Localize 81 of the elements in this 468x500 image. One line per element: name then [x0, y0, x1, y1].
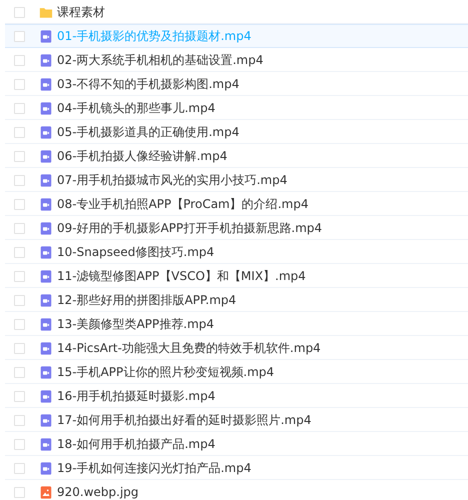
video-file-icon [39, 412, 53, 428]
checkbox[interactable] [14, 126, 25, 138]
file-name: 16-用手机拍摄延时摄影.mp4 [57, 388, 216, 404]
file-row[interactable]: 05-手机摄影道具的正确使用.mp4 [5, 120, 468, 144]
file-name: 课程素材 [57, 4, 105, 20]
video-file-icon [39, 268, 53, 284]
checkbox[interactable] [14, 270, 25, 282]
file-row[interactable]: 07-用手机拍摄城市风光的实用小技巧.mp4 [5, 168, 468, 192]
video-file-icon [39, 220, 53, 236]
file-row[interactable]: 03-不得不知的手机摄影构图.mp4 [5, 72, 468, 96]
video-file-icon [39, 388, 53, 404]
file-row[interactable]: 04-手机镜头的那些事儿.mp4 [5, 96, 468, 120]
image-file-icon [39, 484, 53, 500]
file-row[interactable]: 10-Snapseed修图技巧.mp4 [5, 240, 468, 264]
file-name: 19-手机如何连接闪光灯拍产品.mp4 [57, 460, 252, 476]
checkbox[interactable] [14, 438, 25, 450]
file-row[interactable]: 11-滤镜型修图APP【VSCO】和【MIX】.mp4 [5, 264, 468, 288]
checkbox[interactable] [14, 414, 25, 426]
file-row[interactable]: 13-美颜修型类APP推荐.mp4 [5, 312, 468, 336]
checkbox[interactable] [14, 366, 25, 378]
video-file-icon [39, 148, 53, 164]
file-name: 01-手机摄影的优势及拍摄题材.mp4 [57, 28, 252, 44]
file-row[interactable]: 920.webp.jpg [5, 480, 468, 500]
video-file-icon [39, 436, 53, 452]
video-file-icon [39, 28, 53, 44]
file-name: 02-两大系统手机相机的基础设置.mp4 [57, 52, 264, 68]
video-file-icon [39, 364, 53, 380]
file-name: 17-如何用手机拍摄出好看的延时摄影照片.mp4 [57, 412, 312, 428]
checkbox[interactable] [14, 54, 25, 66]
checkbox[interactable] [14, 318, 25, 330]
video-file-icon [39, 460, 53, 476]
file-name: 11-滤镜型修图APP【VSCO】和【MIX】.mp4 [57, 268, 306, 284]
checkbox[interactable] [14, 150, 25, 162]
checkbox[interactable] [14, 342, 25, 354]
file-name: 09-好用的手机摄影APP打开手机拍摄新思路.mp4 [57, 220, 322, 236]
checkbox[interactable] [14, 6, 25, 18]
video-file-icon [39, 124, 53, 140]
file-name: 04-手机镜头的那些事儿.mp4 [57, 100, 216, 116]
file-name: 12-那些好用的拼图排版APP.mp4 [57, 292, 236, 308]
checkbox[interactable] [14, 486, 25, 498]
file-row[interactable]: 02-两大系统手机相机的基础设置.mp4 [5, 48, 468, 72]
file-name: 18-如何用手机拍摄产品.mp4 [57, 436, 216, 452]
checkbox[interactable] [14, 78, 25, 90]
video-file-icon [39, 316, 53, 332]
file-row[interactable]: 12-那些好用的拼图排版APP.mp4 [5, 288, 468, 312]
video-file-icon [39, 76, 53, 92]
video-file-icon [39, 244, 53, 260]
file-name: 06-手机拍摄人像经验讲解.mp4 [57, 148, 228, 164]
checkbox[interactable] [14, 102, 25, 114]
file-name: 10-Snapseed修图技巧.mp4 [57, 244, 214, 260]
checkbox[interactable] [14, 174, 25, 186]
checkbox[interactable] [14, 198, 25, 210]
video-file-icon [39, 172, 53, 188]
video-file-icon [39, 340, 53, 356]
video-file-icon [39, 196, 53, 212]
file-name: 08-专业手机拍照APP【ProCam】的介绍.mp4 [57, 196, 308, 212]
file-row[interactable]: 09-好用的手机摄影APP打开手机拍摄新思路.mp4 [5, 216, 468, 240]
file-name: 03-不得不知的手机摄影构图.mp4 [57, 76, 240, 92]
file-row[interactable]: 16-用手机拍摄延时摄影.mp4 [5, 384, 468, 408]
file-name: 15-手机APP让你的照片秒变短视频.mp4 [57, 364, 274, 380]
video-file-icon [39, 100, 53, 116]
file-row[interactable]: 19-手机如何连接闪光灯拍产品.mp4 [5, 456, 468, 480]
file-name: 13-美颜修型类APP推荐.mp4 [57, 316, 214, 332]
video-file-icon [39, 292, 53, 308]
checkbox[interactable] [14, 30, 25, 42]
file-name: 14-PicsArt-功能强大且免费的特效手机软件.mp4 [57, 340, 321, 356]
checkbox[interactable] [14, 390, 25, 402]
file-name: 07-用手机拍摄城市风光的实用小技巧.mp4 [57, 172, 288, 188]
checkbox[interactable] [14, 222, 25, 234]
checkbox[interactable] [14, 294, 25, 306]
file-name: 920.webp.jpg [57, 485, 139, 499]
file-row[interactable]: 17-如何用手机拍摄出好看的延时摄影照片.mp4 [5, 408, 468, 432]
video-file-icon [39, 52, 53, 68]
checkbox[interactable] [14, 462, 25, 474]
checkbox[interactable] [14, 246, 25, 258]
file-row[interactable]: 08-专业手机拍照APP【ProCam】的介绍.mp4 [5, 192, 468, 216]
file-row[interactable]: 06-手机拍摄人像经验讲解.mp4 [5, 144, 468, 168]
file-row[interactable]: 18-如何用手机拍摄产品.mp4 [5, 432, 468, 456]
file-name: 05-手机摄影道具的正确使用.mp4 [57, 124, 240, 140]
file-row[interactable]: 15-手机APP让你的照片秒变短视频.mp4 [5, 360, 468, 384]
file-row[interactable]: 14-PicsArt-功能强大且免费的特效手机软件.mp4 [5, 336, 468, 360]
